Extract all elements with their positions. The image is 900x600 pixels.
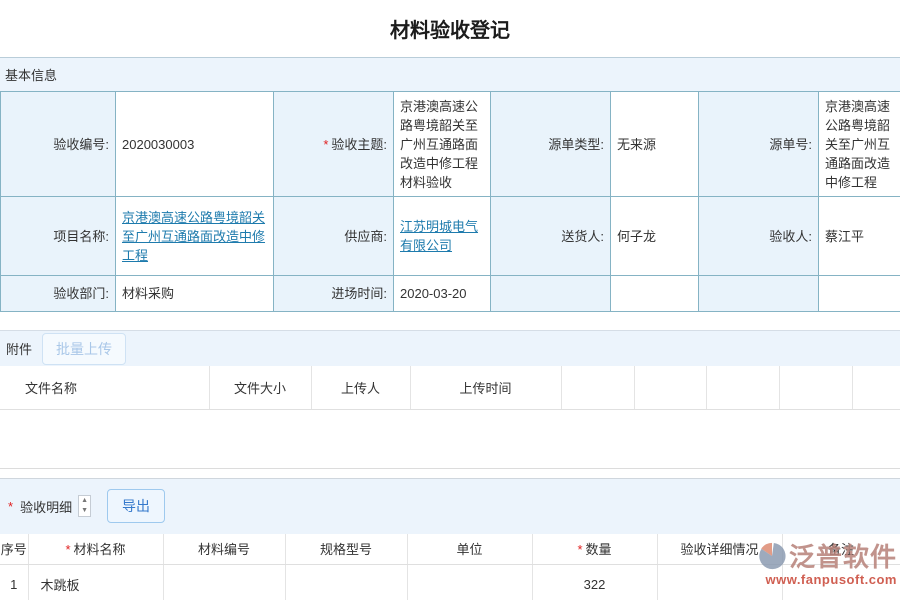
basic-info-table: 验收编号: 2020030003 *验收主题: 京港澳高速公路粤境韶关至广州互通…	[0, 91, 900, 312]
deliverer-value: 何子龙	[611, 197, 699, 276]
supplier-link[interactable]: 江苏明城电气有限公司	[400, 219, 478, 253]
detail-row-quantity[interactable]: 322	[532, 565, 657, 600]
attach-col-empty	[561, 366, 634, 409]
detail-row-material-name[interactable]: 木跳板	[28, 565, 163, 600]
attach-col-file-size: 文件大小	[209, 366, 311, 409]
batch-upload-button[interactable]: 批量上传	[42, 333, 126, 365]
supplier-value: 江苏明城电气有限公司	[394, 197, 491, 276]
attachments-section-title: 附件	[6, 339, 32, 358]
basic-info-section-bar: 基本信息	[0, 57, 900, 91]
details-sort-spinner[interactable]: ▲▼	[78, 495, 91, 517]
details-section-title: 验收明细	[20, 497, 72, 516]
detail-row-seq: 1	[0, 565, 28, 600]
page-title: 材料验收登记	[0, 0, 900, 57]
attachments-table: 文件名称 文件大小 上传人 上传时间	[0, 366, 900, 410]
entry-date-label: 进场时间:	[274, 276, 394, 312]
detail-col-seq: 序号	[0, 534, 28, 565]
entry-date-value: 2020-03-20	[394, 276, 491, 312]
sort-down-icon[interactable]: ▼	[79, 506, 90, 516]
detail-col-material-name: *材料名称	[28, 534, 163, 565]
export-button[interactable]: 导出	[107, 489, 165, 523]
acceptance-no-value: 2020030003	[116, 92, 274, 197]
deliverer-label: 送货人:	[491, 197, 611, 276]
spacer	[0, 469, 900, 478]
detail-col-unit: 单位	[407, 534, 532, 565]
acceptance-dept-label: 验收部门:	[1, 276, 116, 312]
details-table: 序号 *材料名称 材料编号 规格型号 单位 *数量 验收详细情况 备注 1 木跳…	[0, 534, 900, 600]
acceptance-dept-value: 材料采购	[116, 276, 274, 312]
detail-row-spec-model[interactable]	[285, 565, 407, 600]
required-asterisk: *	[8, 499, 13, 514]
sort-up-icon[interactable]: ▲	[79, 496, 90, 506]
spacer	[0, 312, 900, 330]
material-acceptance-page: 材料验收登记 基本信息 验收编号: 2020030003 *验收主题: 京港澳高…	[0, 0, 900, 600]
attach-col-empty	[634, 366, 706, 409]
acceptance-subject-value: 京港澳高速公路粤境韶关至广州互通路面改造中修工程材料验收	[394, 92, 491, 197]
detail-col-quantity: *数量	[532, 534, 657, 565]
required-asterisk: *	[577, 542, 582, 557]
source-no-label: 源单号:	[699, 92, 819, 197]
detail-col-spec-model: 规格型号	[285, 534, 407, 565]
detail-row-remark[interactable]	[782, 565, 900, 600]
basic-info-section-title: 基本信息	[5, 65, 57, 84]
detail-col-acceptance-detail: 验收详细情况	[657, 534, 782, 565]
attach-col-upload-time: 上传时间	[410, 366, 561, 409]
detail-row-material-code[interactable]	[163, 565, 285, 600]
project-name-label: 项目名称:	[1, 197, 116, 276]
attachments-section-bar: 附件 批量上传	[0, 330, 900, 366]
attach-col-empty	[779, 366, 852, 409]
required-asterisk: *	[65, 542, 70, 557]
acceptance-subject-label: *验收主题:	[274, 92, 394, 197]
detail-col-material-code: 材料编号	[163, 534, 285, 565]
required-asterisk: *	[323, 137, 328, 152]
detail-col-remark: 备注	[782, 534, 900, 565]
table-row: 1 木跳板 322	[0, 565, 900, 600]
empty-value-cell	[611, 276, 699, 312]
project-name-value: 京港澳高速公路粤境韶关至广州互通路面改造中修工程	[116, 197, 274, 276]
attach-col-empty	[852, 366, 900, 409]
acceptor-label: 验收人:	[699, 197, 819, 276]
detail-row-acceptance-detail[interactable]	[657, 565, 782, 600]
empty-value-cell	[819, 276, 900, 312]
acceptance-no-label: 验收编号:	[1, 92, 116, 197]
attachments-empty-area	[0, 410, 900, 469]
detail-row-unit[interactable]	[407, 565, 532, 600]
source-type-value: 无来源	[611, 92, 699, 197]
attach-col-empty	[706, 366, 779, 409]
project-name-link[interactable]: 京港澳高速公路粤境韶关至广州互通路面改造中修工程	[122, 210, 265, 263]
attach-col-uploader: 上传人	[311, 366, 410, 409]
source-type-label: 源单类型:	[491, 92, 611, 197]
empty-label-cell	[491, 276, 611, 312]
supplier-label: 供应商:	[274, 197, 394, 276]
details-section-bar: * 验收明细 ▲▼ 导出	[0, 478, 900, 534]
acceptor-value: 蔡江平	[819, 197, 900, 276]
source-no-value: 京港澳高速公路粤境韶关至广州互通路面改造中修工程	[819, 92, 900, 197]
attach-col-file-name: 文件名称	[0, 366, 209, 409]
empty-label-cell	[699, 276, 819, 312]
